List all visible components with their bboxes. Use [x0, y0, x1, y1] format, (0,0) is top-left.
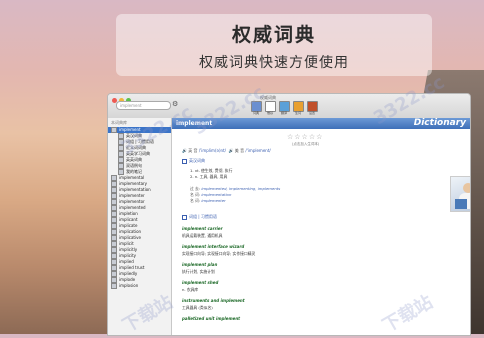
- sidebar-item-label: 双语例句: [126, 163, 142, 168]
- banner-title: 权威词典: [231, 24, 316, 46]
- collapse-icon[interactable]: [182, 158, 187, 164]
- phrase-definition: 工具器具 (类似名): [182, 305, 213, 310]
- sidebar-item-label: implied: [119, 259, 134, 264]
- sidebar-item-label: implode: [119, 277, 136, 282]
- phrase-term[interactable]: instruments and implement: [182, 298, 245, 303]
- sidebar-item-label: implementation: [119, 187, 151, 192]
- phrase-definition: n. 农具库: [182, 287, 199, 292]
- doc-icon: [111, 283, 117, 289]
- sidebar-item-label: implementer: [119, 193, 145, 198]
- phrase-definition: 机具运载装置, 通用机具: [182, 233, 223, 238]
- form-value[interactable]: implementer: [201, 198, 225, 203]
- definition-2: 2. n. 工具, 器具, 用具: [190, 174, 228, 179]
- sidebar-item-label: impletion: [119, 211, 138, 216]
- sidebar-item-label: implementor: [119, 199, 145, 204]
- speaker-icon[interactable]: 🔊: [229, 148, 234, 153]
- section-phrases[interactable]: 词组 | 习惯用语: [182, 214, 217, 220]
- section-label: 英汉词典: [189, 158, 205, 163]
- brand-label: Dictionary: [413, 118, 466, 128]
- phrase-term[interactable]: implement plan: [182, 262, 217, 267]
- rating-stars[interactable]: ☆☆☆☆☆: [287, 133, 323, 141]
- banner-subtitle: 权威词典快速方便使用: [199, 55, 349, 71]
- pron-us: /'implement/: [245, 148, 271, 153]
- search-input[interactable]: implement: [116, 101, 171, 110]
- phrase-definition: 执行计划, 实施计划: [182, 269, 215, 274]
- sidebar-item-label: implementary: [119, 181, 148, 186]
- sidebar-item-label: implemental: [119, 175, 145, 180]
- toolbar-button-label: 生词: [294, 111, 301, 115]
- sidebar-item-label: implicative: [119, 235, 141, 240]
- toolbar-button-label: 设置: [308, 111, 315, 115]
- section-ec[interactable]: 英汉词典: [182, 158, 205, 164]
- sidebar-item-label: implicate: [119, 223, 138, 228]
- sidebar-item-label: 我的笔记: [126, 169, 142, 174]
- rating-note: (点击加入生词本): [292, 142, 320, 146]
- illustration-image: [450, 176, 470, 212]
- sidebar-item-label: implicit: [119, 241, 134, 246]
- toolbar-button-label: 词典: [252, 111, 259, 115]
- form-key: 名 词:: [190, 192, 201, 197]
- collapse-icon[interactable]: [182, 214, 187, 220]
- toolbar-button-label: 维基: [266, 111, 273, 115]
- sidebar-item-label: implemented: [119, 205, 146, 210]
- pronunciation-line: 🔊 英 音 /'implim(ə)nt/ 🔊 美 音 /'implement/: [182, 148, 271, 154]
- definitions: 1. vt. 使生效, 贯彻, 执行 2. n. 工具, 器具, 用具: [190, 168, 232, 180]
- form-value[interactable]: implemented, implementing, implements: [201, 186, 280, 191]
- sidebar-item-label: implied trust: [119, 265, 145, 270]
- word-forms: 过 去: implemented, implementing, implemen…: [190, 186, 280, 204]
- form-value[interactable]: implementation: [201, 192, 231, 197]
- phrase-term[interactable]: implement carrier: [182, 226, 223, 231]
- pron-uk-label: 英 音: [188, 148, 198, 153]
- sidebar-item-label: impliedly: [119, 271, 138, 276]
- pron-uk: /'implim(ə)nt/: [198, 148, 226, 153]
- phrase-term[interactable]: implement interface wizard: [182, 244, 244, 249]
- promo-banner: 权威词典 权威词典快速方便使用: [116, 14, 432, 76]
- speaker-icon[interactable]: 🔊: [182, 148, 187, 153]
- sidebar-item-label: implicity: [119, 253, 137, 258]
- sidebar-item-label: implicant: [119, 217, 138, 222]
- form-key: 过 去:: [190, 186, 201, 191]
- sidebar-item-label: implication: [119, 229, 142, 234]
- toolbar-button-label: 翻译: [280, 111, 287, 115]
- sidebar-item-label: implosion: [119, 283, 139, 288]
- phrase-definition: 实现接口向导; 实现接口向导; 实作接口精灵: [182, 251, 256, 256]
- phrase-term[interactable]: palletized unit implement: [182, 316, 240, 321]
- sidebar-item-label: implicitly: [119, 247, 138, 252]
- form-key: 名 词:: [190, 198, 201, 203]
- phrase-term[interactable]: implement shed: [182, 280, 218, 285]
- pron-us-label: 美 音: [234, 148, 245, 153]
- section-label: 词组 | 习惯用语: [189, 214, 217, 219]
